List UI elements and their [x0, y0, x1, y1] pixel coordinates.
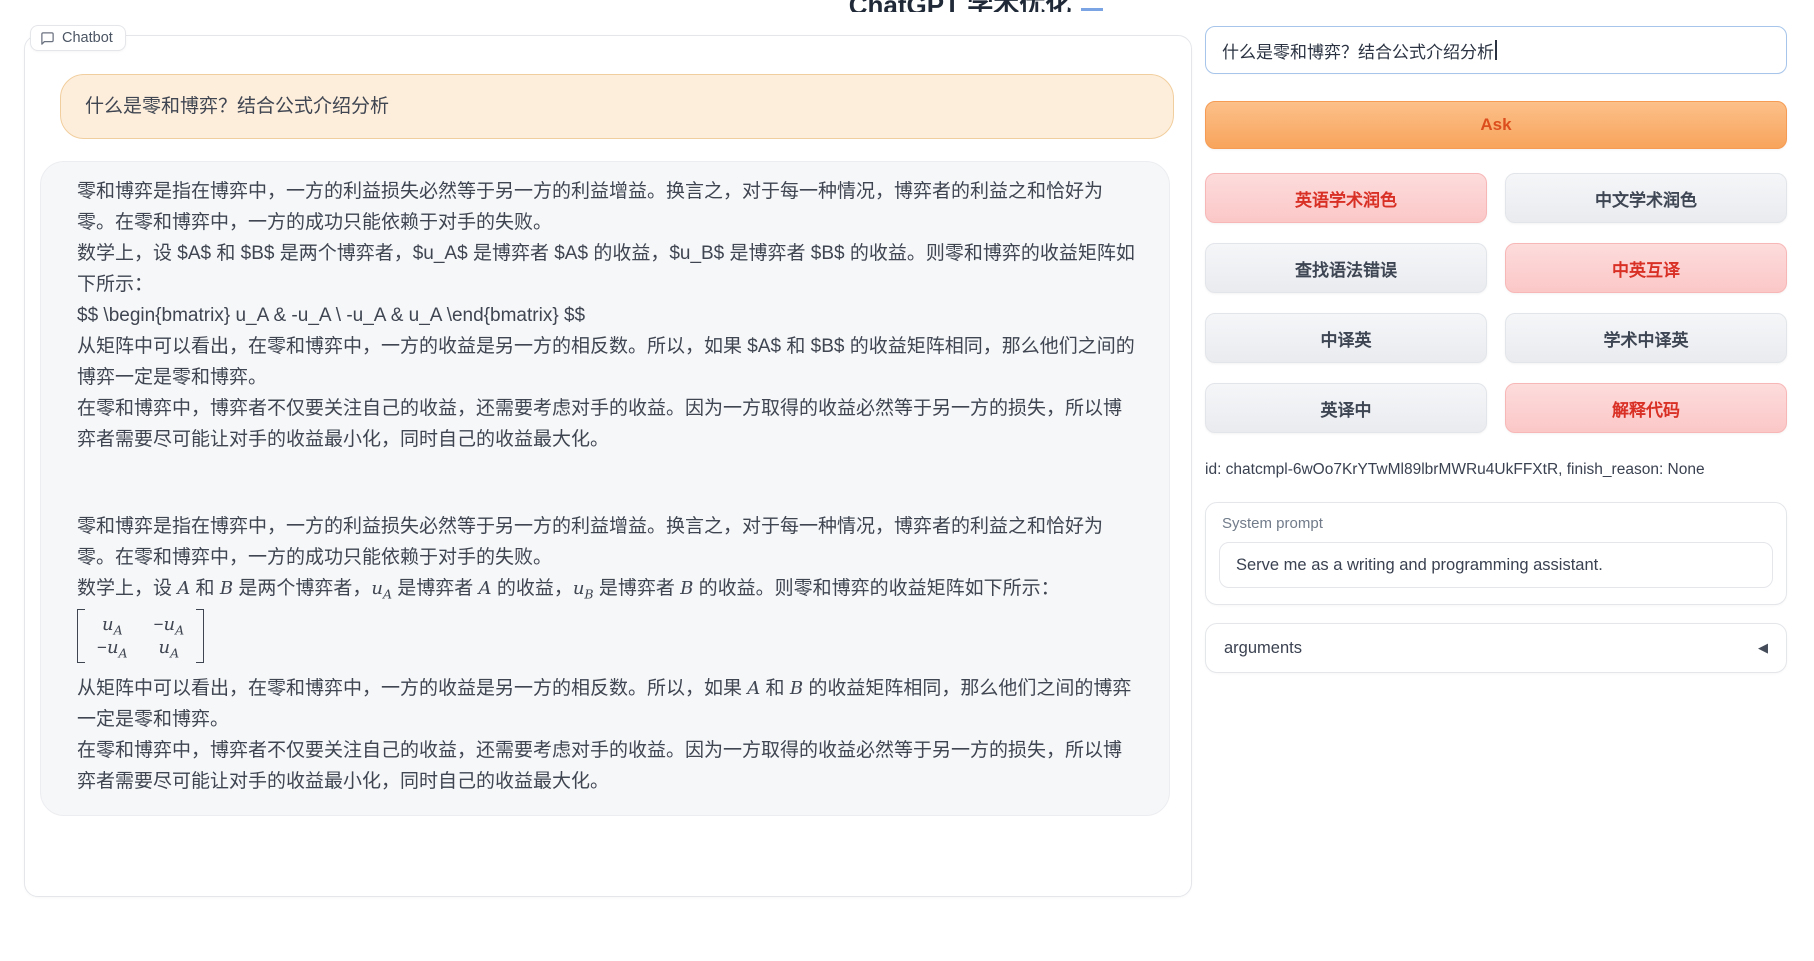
bot-raw-formula: $$ \begin{bmatrix} u_A & -u_A \ -u_A & u… [77, 300, 1139, 331]
completion-status-line: id: chatcmpl-6wOo7KrYTwMl89lbrMWRu4UkFFX… [1205, 461, 1787, 479]
system-prompt-input[interactable]: Serve me as a writing and programming as… [1219, 542, 1773, 588]
question-input-value: 什么是零和博弈？结合公式介绍分析 [1222, 38, 1494, 63]
payoff-matrix: uA−uA−uAuA [77, 609, 204, 663]
system-prompt-value: Serve me as a writing and programming as… [1236, 556, 1603, 575]
bot-raw-paragraph: 从矩阵中可以看出，在零和博弈中，一方的收益是另一方的相反数。所以，如果 $A$ … [77, 331, 1139, 393]
page-title-text: ChatGPT 学术优化 [840, 0, 1080, 12]
chatbot-panel-label: Chatbot [30, 25, 126, 51]
btn-find-grammar-errors[interactable]: 查找语法错误 [1205, 243, 1487, 293]
message-gap [77, 455, 1139, 511]
ask-button[interactable]: Ask [1205, 101, 1787, 149]
btn-academic-zh-to-en[interactable]: 学术中译英 [1505, 313, 1787, 363]
btn-chinese-academic-polish[interactable]: 中文学术润色 [1505, 173, 1787, 223]
chat-bubble-icon [40, 31, 55, 46]
button-label: 学术中译英 [1604, 326, 1689, 351]
bot-raw-paragraph: 零和博弈是指在博弈中，一方的利益损失必然等于另一方的利益增益。换言之，对于每一种… [77, 176, 1139, 238]
collapse-arrow-icon: ◀ [1758, 640, 1768, 656]
control-column: 什么是零和博弈？结合公式介绍分析 Ask 英语学术润色 中文学术润色 查找语法错… [1205, 26, 1787, 673]
function-button-grid: 英语学术润色 中文学术润色 查找语法错误 中英互译 中译英 学术中译英 英译中 … [1205, 173, 1787, 433]
system-prompt-card: System prompt Serve me as a writing and … [1205, 502, 1787, 605]
button-label: 查找语法错误 [1295, 256, 1397, 281]
button-label: 英语学术润色 [1295, 186, 1397, 211]
chatbot-panel-label-text: Chatbot [62, 30, 113, 46]
btn-zh-to-en[interactable]: 中译英 [1205, 313, 1487, 363]
arguments-accordion-label: arguments [1224, 639, 1302, 658]
bot-rendered-paragraph: 从矩阵中可以看出，在零和博弈中，一方的收益是另一方的相反数。所以，如果 A 和 … [77, 673, 1139, 735]
btn-english-academic-polish[interactable]: 英语学术润色 [1205, 173, 1487, 223]
text-cursor [1495, 40, 1497, 60]
button-label: 解释代码 [1612, 396, 1680, 421]
bot-rendered-paragraph: 数学上，设 A 和 B 是两个博弈者，uA 是博弈者 A 的收益，uB 是博弈者… [77, 573, 1139, 604]
btn-zh-en-mutual-translate[interactable]: 中英互译 [1505, 243, 1787, 293]
btn-en-to-zh[interactable]: 英译中 [1205, 383, 1487, 433]
bot-rendered-paragraph: 在零和博弈中，博弈者不仅要关注自己的收益，还需要考虑对手的收益。因为一方取得的收… [77, 735, 1139, 797]
button-label: 英译中 [1321, 396, 1372, 421]
bot-raw-paragraph: 在零和博弈中，博弈者不仅要关注自己的收益，还需要考虑对手的收益。因为一方取得的收… [77, 393, 1139, 455]
matrix-left-bracket [77, 609, 85, 663]
bot-rendered-paragraph: 零和博弈是指在博弈中，一方的利益损失必然等于另一方的利益增益。换言之，对于每一种… [77, 511, 1139, 573]
bot-raw-paragraph: 数学上，设 $A$ 和 $B$ 是两个博弈者，$u_A$ 是博弈者 $A$ 的收… [77, 238, 1139, 300]
title-link-underline [1081, 8, 1103, 11]
button-label: 中文学术润色 [1595, 186, 1697, 211]
btn-explain-code[interactable]: 解释代码 [1505, 383, 1787, 433]
chatbot-panel: 什么是零和博弈？结合公式介绍分析 零和博弈是指在博弈中，一方的利益损失必然等于另… [24, 35, 1192, 897]
button-label: 中英互译 [1612, 256, 1680, 281]
question-input[interactable]: 什么是零和博弈？结合公式介绍分析 [1205, 26, 1787, 74]
arguments-accordion[interactable]: arguments ◀ [1205, 623, 1787, 673]
matrix-cells: uA−uA−uAuA [85, 609, 196, 663]
system-prompt-label: System prompt [1219, 515, 1773, 532]
button-label: 中译英 [1321, 326, 1372, 351]
ask-button-label: Ask [1480, 115, 1511, 135]
user-message-text: 什么是零和博弈？结合公式介绍分析 [85, 96, 389, 117]
bot-message-bubble: 零和博弈是指在博弈中，一方的利益损失必然等于另一方的利益增益。换言之，对于每一种… [40, 161, 1170, 816]
matrix-right-bracket [196, 609, 204, 663]
page-title-cutoff: ChatGPT 学术优化 [840, 0, 1080, 12]
user-message-bubble: 什么是零和博弈？结合公式介绍分析 [60, 74, 1174, 139]
